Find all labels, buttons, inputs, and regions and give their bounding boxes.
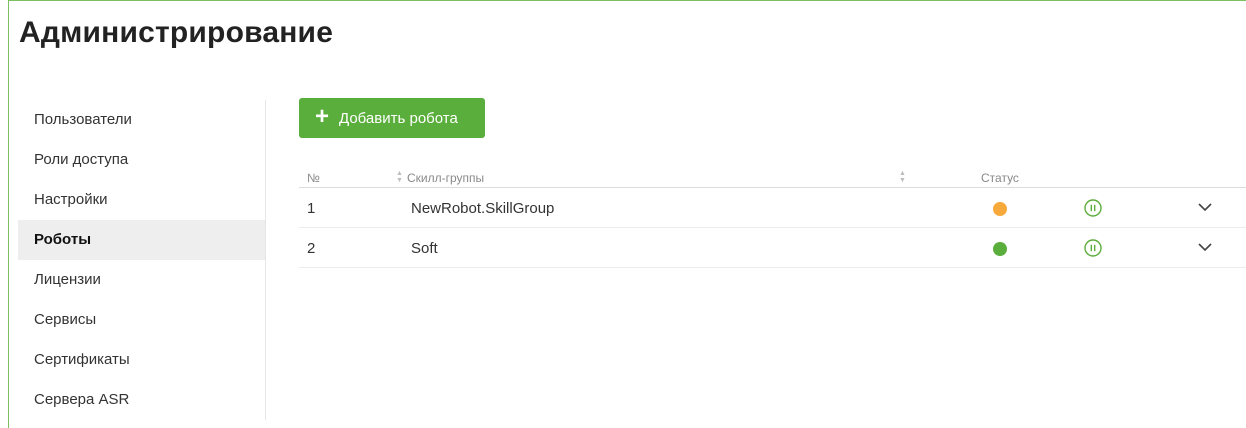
sidebar-item-services[interactable]: Сервисы	[18, 300, 265, 340]
sidebar-item-settings[interactable]: Настройки	[18, 180, 265, 220]
add-robot-button[interactable]: + Добавить робота	[299, 98, 485, 138]
robots-table: № ▲ ▼ Скилл-группы ▲ ▼ Статус 1 NewRobot.S…	[299, 160, 1246, 268]
column-header-number: №	[307, 171, 320, 185]
column-header-status: Статус	[981, 171, 1019, 185]
chevron-down-icon[interactable]	[1198, 242, 1212, 252]
table-row[interactable]: 1 NewRobot.SkillGroup	[299, 188, 1246, 228]
sidebar-item-users[interactable]: Пользователи	[18, 100, 265, 140]
sidebar-item-access-roles[interactable]: Роли доступа	[18, 140, 265, 180]
page-title: Администрирование	[19, 16, 334, 49]
add-robot-label: Добавить робота	[339, 109, 458, 127]
chevron-down-icon[interactable]	[1198, 202, 1212, 212]
sidebar: Пользователи Роли доступа Настройки Робо…	[18, 100, 266, 420]
column-header-skill-groups[interactable]: Скилл-группы	[407, 171, 484, 185]
sidebar-item-certificates[interactable]: Сертификаты	[18, 340, 265, 380]
row-skill-group: Soft	[411, 240, 438, 257]
pause-icon[interactable]	[1084, 239, 1102, 257]
pause-icon[interactable]	[1084, 199, 1102, 217]
status-indicator	[993, 242, 1007, 256]
table-row[interactable]: 2 Soft	[299, 228, 1246, 268]
sort-icon[interactable]: ▲ ▼	[396, 170, 403, 184]
row-skill-group: NewRobot.SkillGroup	[411, 200, 555, 217]
table-header: № ▲ ▼ Скилл-группы ▲ ▼ Статус	[299, 160, 1246, 188]
plus-icon: +	[315, 103, 330, 130]
sort-icon[interactable]: ▲ ▼	[899, 170, 906, 184]
sidebar-item-asr-servers[interactable]: Сервера ASR	[18, 380, 265, 420]
sidebar-item-licenses[interactable]: Лицензии	[18, 260, 265, 300]
sidebar-item-robots[interactable]: Роботы	[18, 220, 265, 260]
status-indicator	[993, 202, 1007, 216]
row-number: 2	[307, 240, 316, 257]
row-number: 1	[307, 200, 316, 217]
